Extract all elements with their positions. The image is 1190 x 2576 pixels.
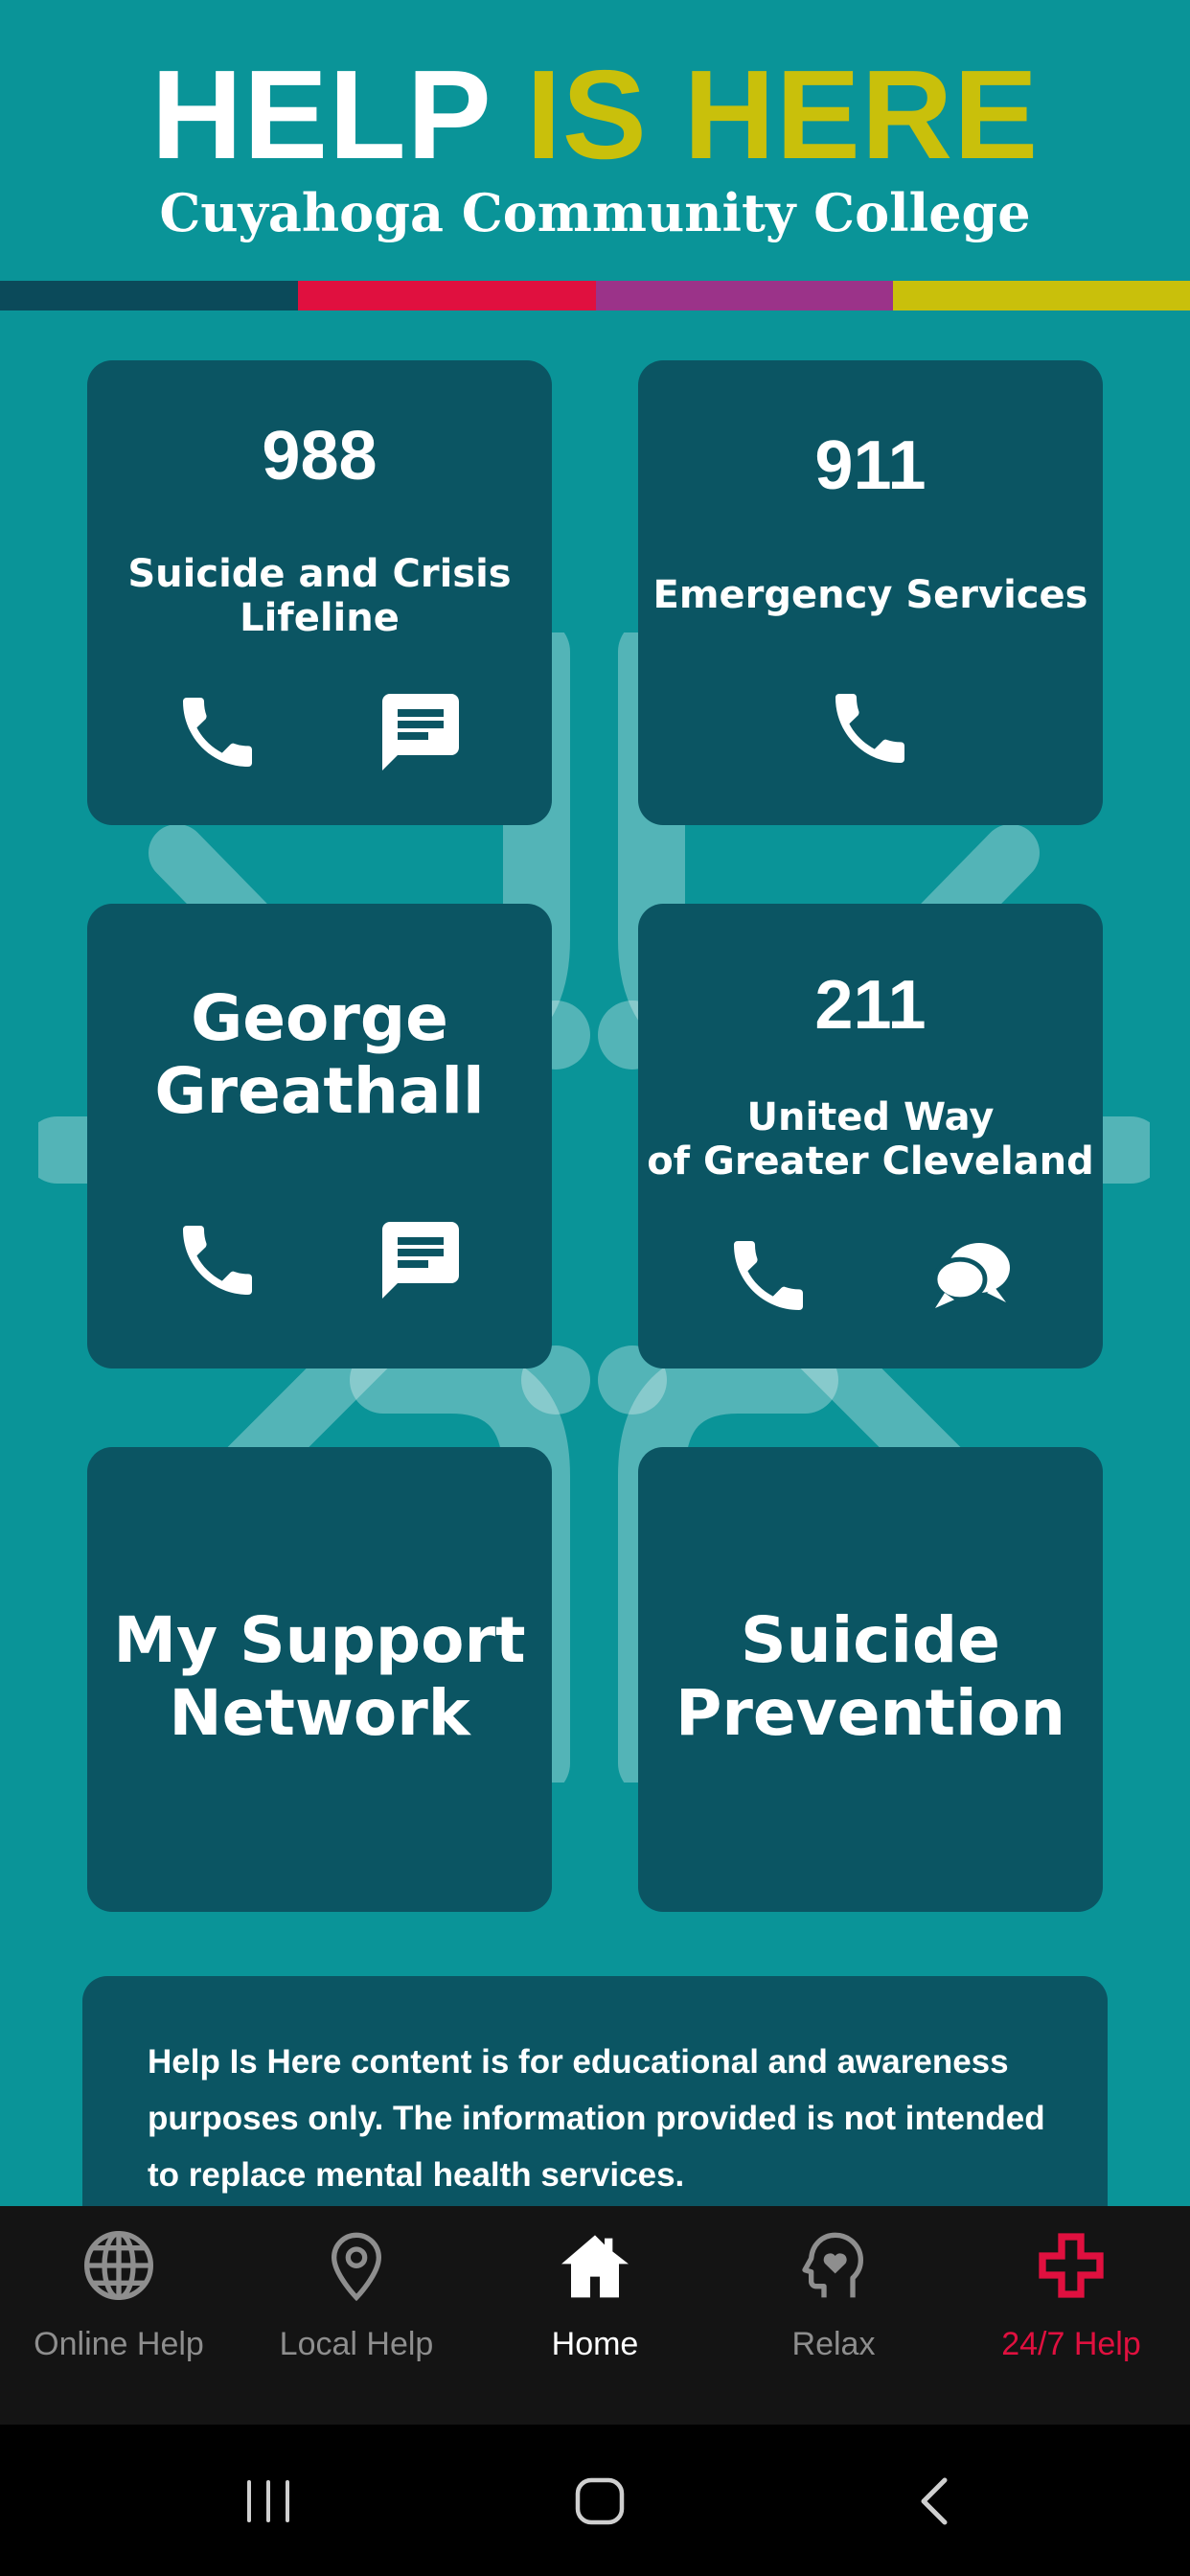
tab-online-help[interactable]: Online Help [0, 2206, 238, 2425]
globe-icon [84, 2231, 153, 2300]
stripe-red [298, 281, 596, 310]
tab-label: Relax [791, 2326, 876, 2362]
tab-label: Online Help [34, 2326, 204, 2362]
tab-local-help[interactable]: Local Help [238, 2206, 475, 2425]
suicide-prevention-label: Suicide Prevention [675, 1603, 1065, 1750]
recent-apps-icon[interactable] [240, 2472, 297, 2530]
system-navigation-bar [0, 2425, 1190, 2576]
phone-icon[interactable] [172, 686, 263, 778]
message-icon[interactable] [375, 1214, 467, 1306]
map-pin-icon [331, 2232, 382, 2302]
tab-24-7-help[interactable]: 24/7 Help [952, 2206, 1190, 2425]
card-crisis-lifeline[interactable]: 988 Suicide and Crisis Lifeline [87, 360, 552, 825]
title-help: HELP [150, 44, 491, 185]
back-icon[interactable] [906, 2472, 964, 2530]
stripe-dark [0, 281, 298, 310]
disclaimer-text: Help Is Here content is for educational … [148, 2043, 1045, 2194]
card-suicide-prevention[interactable]: Suicide Prevention [638, 1447, 1103, 1912]
app-header: HELP IS HERE Cuyahoga Community College [0, 0, 1190, 283]
phone-icon[interactable] [722, 1230, 814, 1322]
chat-bubbles-icon[interactable] [926, 1230, 1018, 1322]
card-counselor[interactable]: George Greathall [87, 904, 552, 1368]
cross-plus-icon [1039, 2233, 1104, 2298]
phone-icon[interactable] [172, 1214, 263, 1306]
tab-home[interactable]: Home [476, 2206, 714, 2425]
college-name: Cuyahoga Community College [159, 182, 1031, 243]
tab-relax[interactable]: Relax [715, 2206, 952, 2425]
united-way-label: United Way of Greater Cleveland [647, 1095, 1094, 1184]
head-heart-icon [802, 2232, 863, 2298]
tab-label: 24/7 Help [1001, 2326, 1141, 2362]
card-support-network[interactable]: My Support Network [87, 1447, 552, 1912]
app-title: HELP IS HERE [0, 50, 1190, 180]
home-circle-icon[interactable] [571, 2472, 629, 2530]
support-network-label: My Support Network [113, 1603, 526, 1750]
lifeline-number: 988 [262, 418, 378, 494]
bottom-tab-bar: Online Help Local Help Home Relax 24/7 H… [0, 2206, 1190, 2425]
united-way-number: 211 [814, 967, 927, 1044]
tab-label: Local Help [279, 2326, 434, 2362]
disclaimer-box: Help Is Here content is for educational … [82, 1976, 1108, 2216]
stripe-yellow [893, 281, 1190, 310]
message-icon[interactable] [375, 686, 467, 778]
tab-label: Home [551, 2326, 639, 2362]
phone-icon[interactable] [824, 682, 916, 774]
counselor-name: George Greathall [154, 981, 485, 1128]
home-icon [561, 2235, 629, 2298]
lifeline-label: Suicide and Crisis Lifeline [127, 552, 512, 640]
stripe-purple [596, 281, 893, 310]
emergency-label: Emergency Services [652, 573, 1088, 617]
title-is-here: IS HERE [526, 44, 1040, 185]
emergency-number: 911 [814, 427, 927, 504]
card-emergency-services[interactable]: 911 Emergency Services [638, 360, 1103, 825]
card-united-way[interactable]: 211 United Way of Greater Cleveland [638, 904, 1103, 1368]
